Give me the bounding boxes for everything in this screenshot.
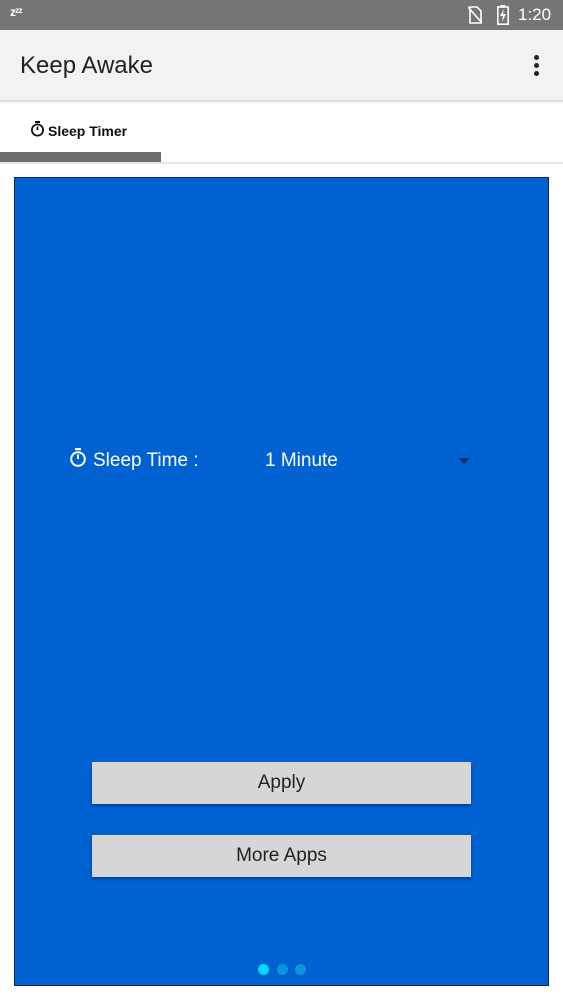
overflow-menu-icon[interactable] bbox=[522, 52, 550, 80]
page-dot-active[interactable] bbox=[258, 964, 269, 975]
tab-label: Sleep Timer bbox=[48, 123, 128, 139]
page-indicator bbox=[258, 964, 314, 976]
stopwatch-icon bbox=[30, 121, 45, 142]
page-dot[interactable] bbox=[295, 964, 306, 975]
apply-button[interactable]: Apply bbox=[92, 762, 471, 804]
status-clock: 1:20 bbox=[518, 5, 552, 24]
sleep-time-row: Sleep Time : 1 Minute bbox=[69, 446, 479, 480]
status-bar: zᶻᶻ 1:20 bbox=[0, 0, 563, 30]
sleep-time-value: 1 Minute bbox=[265, 450, 338, 471]
dropdown-arrow-icon bbox=[458, 458, 470, 464]
sleep-timer-panel: Sleep Time : 1 Minute Apply More Apps bbox=[14, 177, 549, 986]
no-sim-icon bbox=[467, 6, 483, 29]
sleep-time-dropdown[interactable]: 1 Minute bbox=[265, 446, 479, 480]
app-bar: Keep Awake bbox=[0, 30, 563, 100]
tab-strip: Sleep Timer bbox=[0, 104, 563, 164]
sleep-mode-icon: zᶻᶻ bbox=[10, 5, 23, 19]
sleep-time-label: Sleep Time : bbox=[93, 450, 199, 471]
tab-indicator bbox=[0, 152, 161, 162]
stopwatch-icon bbox=[69, 448, 87, 473]
battery-charging-icon bbox=[497, 5, 509, 30]
page-dot[interactable] bbox=[277, 964, 288, 975]
more-apps-button[interactable]: More Apps bbox=[92, 835, 471, 877]
tab-sleep-timer[interactable]: Sleep Timer bbox=[0, 104, 160, 154]
app-title: Keep Awake bbox=[20, 52, 153, 79]
